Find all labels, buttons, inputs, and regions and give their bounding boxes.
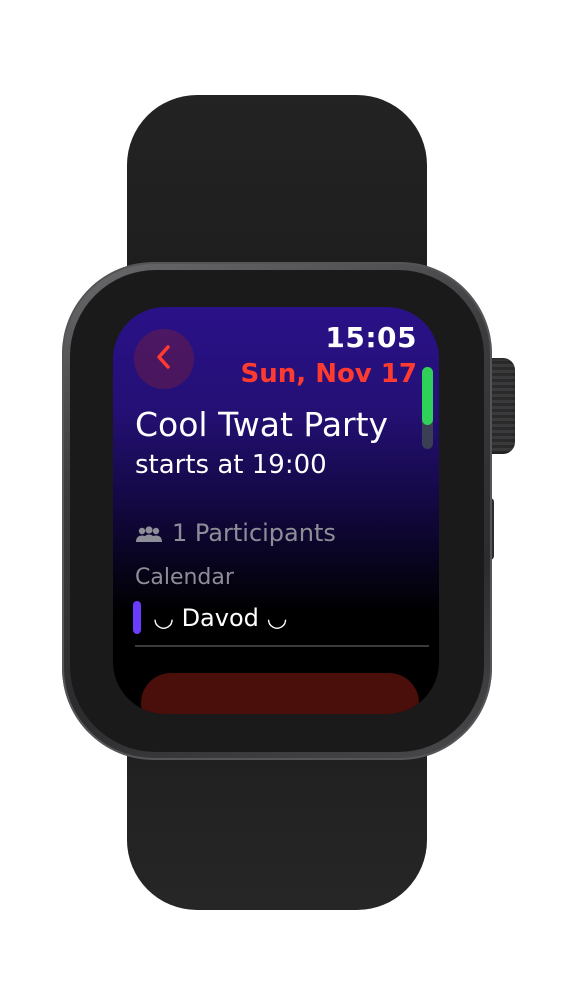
status-time: 15:05	[325, 321, 417, 354]
calendar-name: ◡ Davod ◡	[153, 603, 288, 632]
event-start-time: starts at 19:00	[135, 450, 327, 480]
chevron-left-icon	[153, 344, 175, 374]
back-button[interactable]	[134, 329, 194, 389]
calendar-row[interactable]: ◡ Davod ◡	[133, 601, 287, 634]
status-date: Sun, Nov 17	[240, 359, 417, 389]
scroll-thumb[interactable]	[422, 367, 433, 425]
people-icon	[134, 523, 164, 543]
event-title: Cool Twat Party	[135, 405, 389, 444]
participants-row[interactable]: 1 Participants	[134, 519, 336, 547]
participants-count: 1 Participants	[172, 519, 336, 547]
calendar-color-bar	[133, 601, 141, 634]
watch-screen: 15:05 Sun, Nov 17 Cool Twat Party starts…	[113, 307, 439, 714]
scroll-indicator[interactable]	[422, 367, 433, 449]
calendar-label: Calendar	[135, 565, 234, 590]
action-button[interactable]	[141, 673, 419, 714]
divider	[135, 645, 429, 647]
